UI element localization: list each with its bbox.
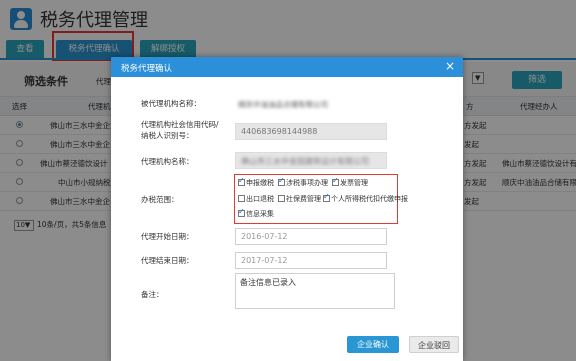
- agent-org-label: 被代理机构名称：: [141, 99, 201, 108]
- proxy-name-label: 代理机构名称：: [141, 157, 194, 166]
- scope-option-label: 出口退税: [246, 195, 274, 203]
- scope-option-social-security[interactable]: 社保费管理: [278, 194, 321, 204]
- remark-label: 备注：: [141, 290, 164, 299]
- enterprise-reject-button[interactable]: 企业驳回: [409, 336, 459, 353]
- proxy-name-field: 佛山市三水中金园建筑设计有限公司: [235, 152, 387, 169]
- start-date-input[interactable]: 2016-07-12: [235, 228, 387, 245]
- checkbox-unchecked-icon: [278, 195, 285, 202]
- confirm-dialog: 税务代理确认 × 被代理机构名称： 顺庆中油油品合储有限公司 代理机构社会信用代…: [111, 57, 463, 361]
- checkbox-checked-icon: [238, 207, 245, 217]
- agent-org-value: 顺庆中油油品合储有限公司: [238, 100, 328, 109]
- proxy-name-value: 佛山市三水中金园建筑设计有限公司: [241, 157, 369, 166]
- credit-code-label-line2: 纳税人识别号：: [141, 131, 194, 140]
- credit-code-value: 440683698144988: [241, 127, 318, 136]
- scope-option-label: 个人所得税代扣代缴申报: [331, 195, 408, 203]
- close-icon[interactable]: ×: [445, 60, 455, 72]
- remark-textarea[interactable]: 备注信息已录入: [235, 273, 395, 309]
- credit-code-label: 代理机构社会信用代码/ 纳税人识别号：: [141, 119, 219, 141]
- scope-option-export-refund[interactable]: 出口退税: [238, 194, 274, 204]
- scope-option-label: 申报缴税: [246, 179, 274, 187]
- scope-option-tax-matters[interactable]: 涉税事项办理: [278, 176, 328, 188]
- credit-code-field: 440683698144988: [235, 123, 387, 140]
- scope-option-label: 发票管理: [340, 179, 368, 187]
- resize-grip-icon[interactable]: [240, 277, 246, 283]
- checkbox-checked-icon: [332, 176, 339, 186]
- scope-option-declare-pay[interactable]: 申报缴税: [238, 176, 274, 188]
- start-date-value: 2016-07-12: [241, 232, 288, 241]
- checkbox-checked-icon: [323, 192, 330, 202]
- checkbox-checked-icon: [238, 176, 245, 186]
- scope-option-label: 社保费管理: [286, 195, 321, 203]
- scope-option-personal-income-tax[interactable]: 个人所得税代扣代缴申报: [323, 192, 408, 204]
- scope-option-info-collect[interactable]: 信息采集: [238, 207, 274, 219]
- checkbox-checked-icon: [278, 176, 285, 186]
- scope-option-label: 信息采集: [246, 210, 274, 218]
- scope-option-invoice[interactable]: 发票管理: [332, 176, 368, 188]
- remark-value: 备注信息已录入: [240, 278, 296, 287]
- end-date-label: 代理结束日期：: [141, 256, 194, 265]
- enterprise-confirm-button[interactable]: 企业确认: [347, 336, 399, 353]
- end-date-input[interactable]: 2017-07-12: [235, 252, 387, 269]
- end-date-value: 2017-07-12: [241, 256, 288, 265]
- scope-option-label: 涉税事项办理: [286, 179, 328, 187]
- checkbox-unchecked-icon: [238, 195, 245, 202]
- start-date-label: 代理开始日期：: [141, 232, 194, 241]
- scope-label: 办税范围：: [141, 195, 179, 204]
- credit-code-label-line1: 代理机构社会信用代码/: [141, 120, 219, 129]
- dialog-title: 税务代理确认: [121, 64, 173, 74]
- dialog-header: 税务代理确认 ×: [111, 57, 463, 77]
